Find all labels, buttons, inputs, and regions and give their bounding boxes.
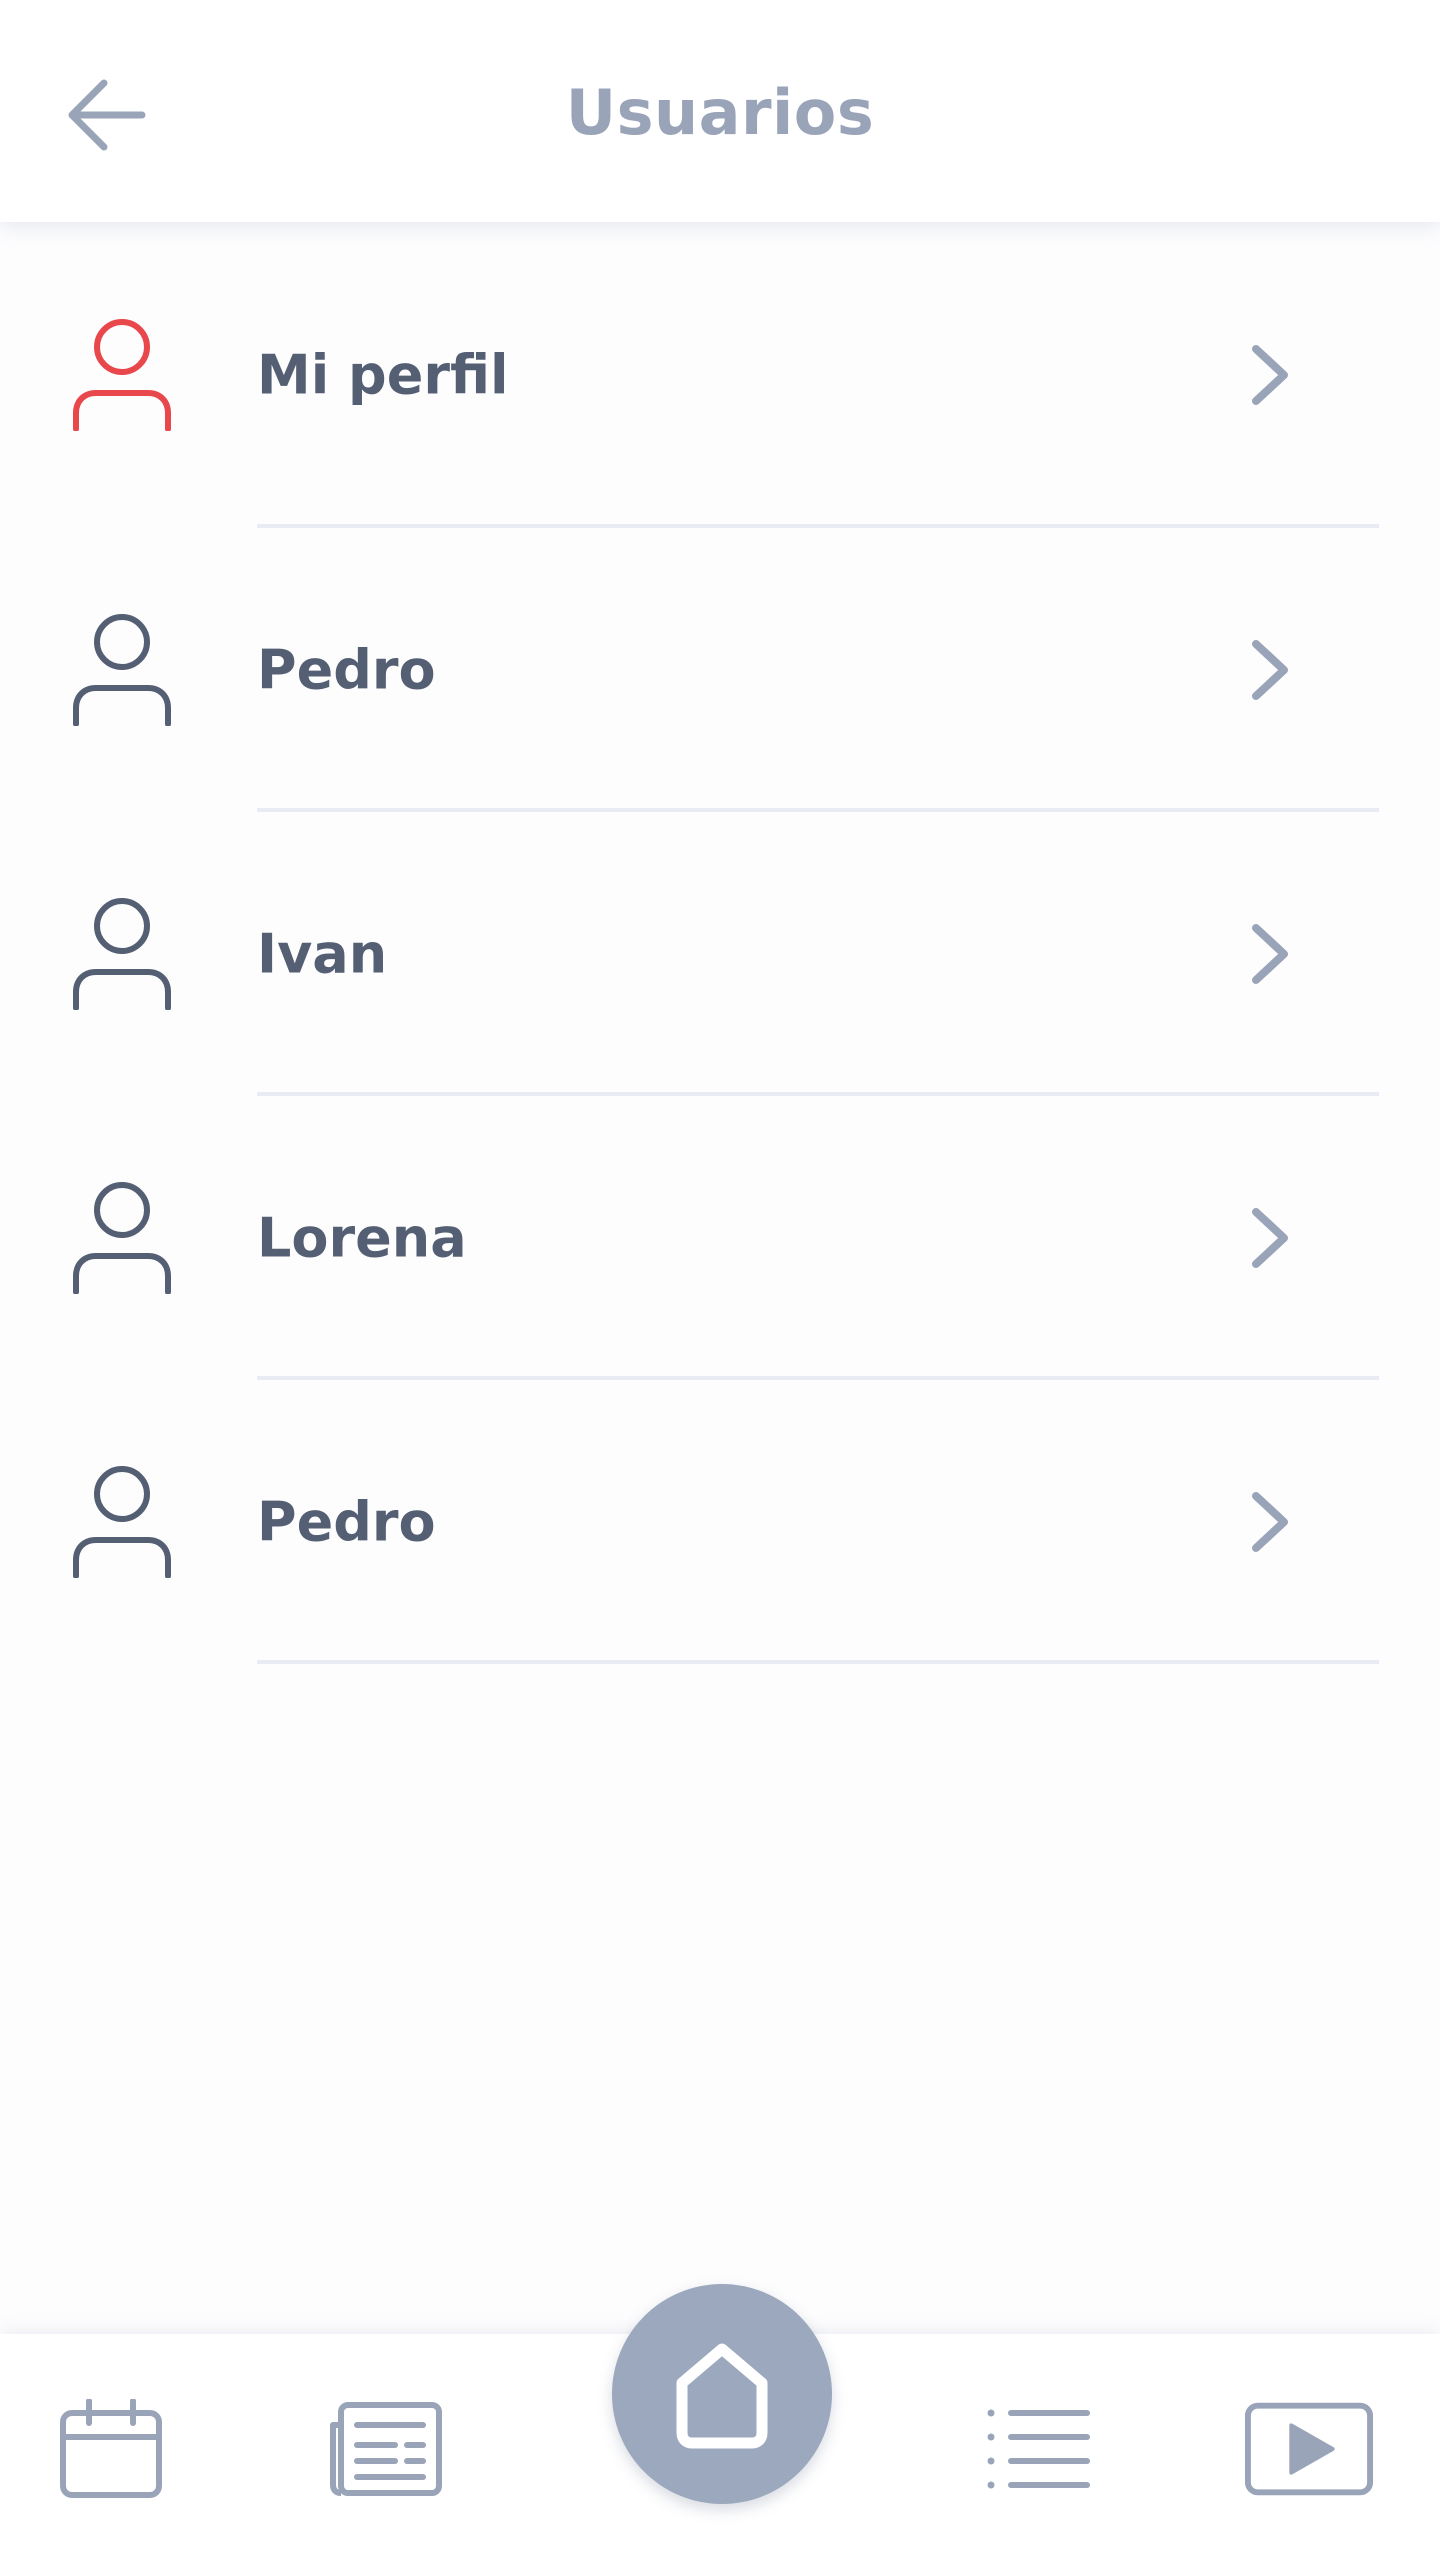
- list-item-user[interactable]: Pedro: [0, 1380, 1440, 1664]
- list-item-label: Lorena: [257, 1206, 467, 1270]
- user-icon: [73, 1466, 171, 1578]
- chevron-right-icon: [1252, 924, 1288, 984]
- page-title: Usuarios: [565, 76, 875, 149]
- app-header: Usuarios: [0, 0, 1440, 222]
- divider: [257, 1660, 1379, 1664]
- nav-news-button[interactable]: [320, 2394, 450, 2504]
- list-item-label: Pedro: [257, 638, 436, 702]
- chevron-right-icon: [1252, 1208, 1288, 1268]
- user-icon: [73, 614, 171, 726]
- list-item-label: Pedro: [257, 1490, 436, 1554]
- user-list: Mi perfil Pedro Ivan Lorena Pedro: [0, 222, 1440, 1664]
- video-play-icon: [1244, 2402, 1374, 2496]
- chevron-right-icon: [1252, 1492, 1288, 1552]
- list-item-user[interactable]: Lorena: [0, 1096, 1440, 1380]
- nav-video-button[interactable]: [1244, 2394, 1374, 2504]
- home-button[interactable]: [612, 2284, 832, 2504]
- list-item-label: Ivan: [257, 922, 388, 986]
- list-item-my-profile[interactable]: Mi perfil: [0, 222, 1440, 528]
- user-icon: [73, 319, 171, 431]
- list-icon: [987, 2409, 1090, 2489]
- user-icon: [73, 898, 171, 1010]
- user-icon: [73, 1182, 171, 1294]
- nav-list-button[interactable]: [974, 2394, 1104, 2504]
- home-icon: [676, 2343, 768, 2449]
- chevron-right-icon: [1252, 640, 1288, 700]
- list-item-label: Mi perfil: [257, 343, 509, 407]
- calendar-icon: [60, 2399, 162, 2498]
- list-item-user[interactable]: Pedro: [0, 528, 1440, 812]
- list-item-user[interactable]: Ivan: [0, 812, 1440, 1096]
- chevron-right-icon: [1252, 345, 1288, 405]
- newspaper-icon: [330, 2402, 442, 2496]
- nav-calendar-button[interactable]: [46, 2394, 176, 2504]
